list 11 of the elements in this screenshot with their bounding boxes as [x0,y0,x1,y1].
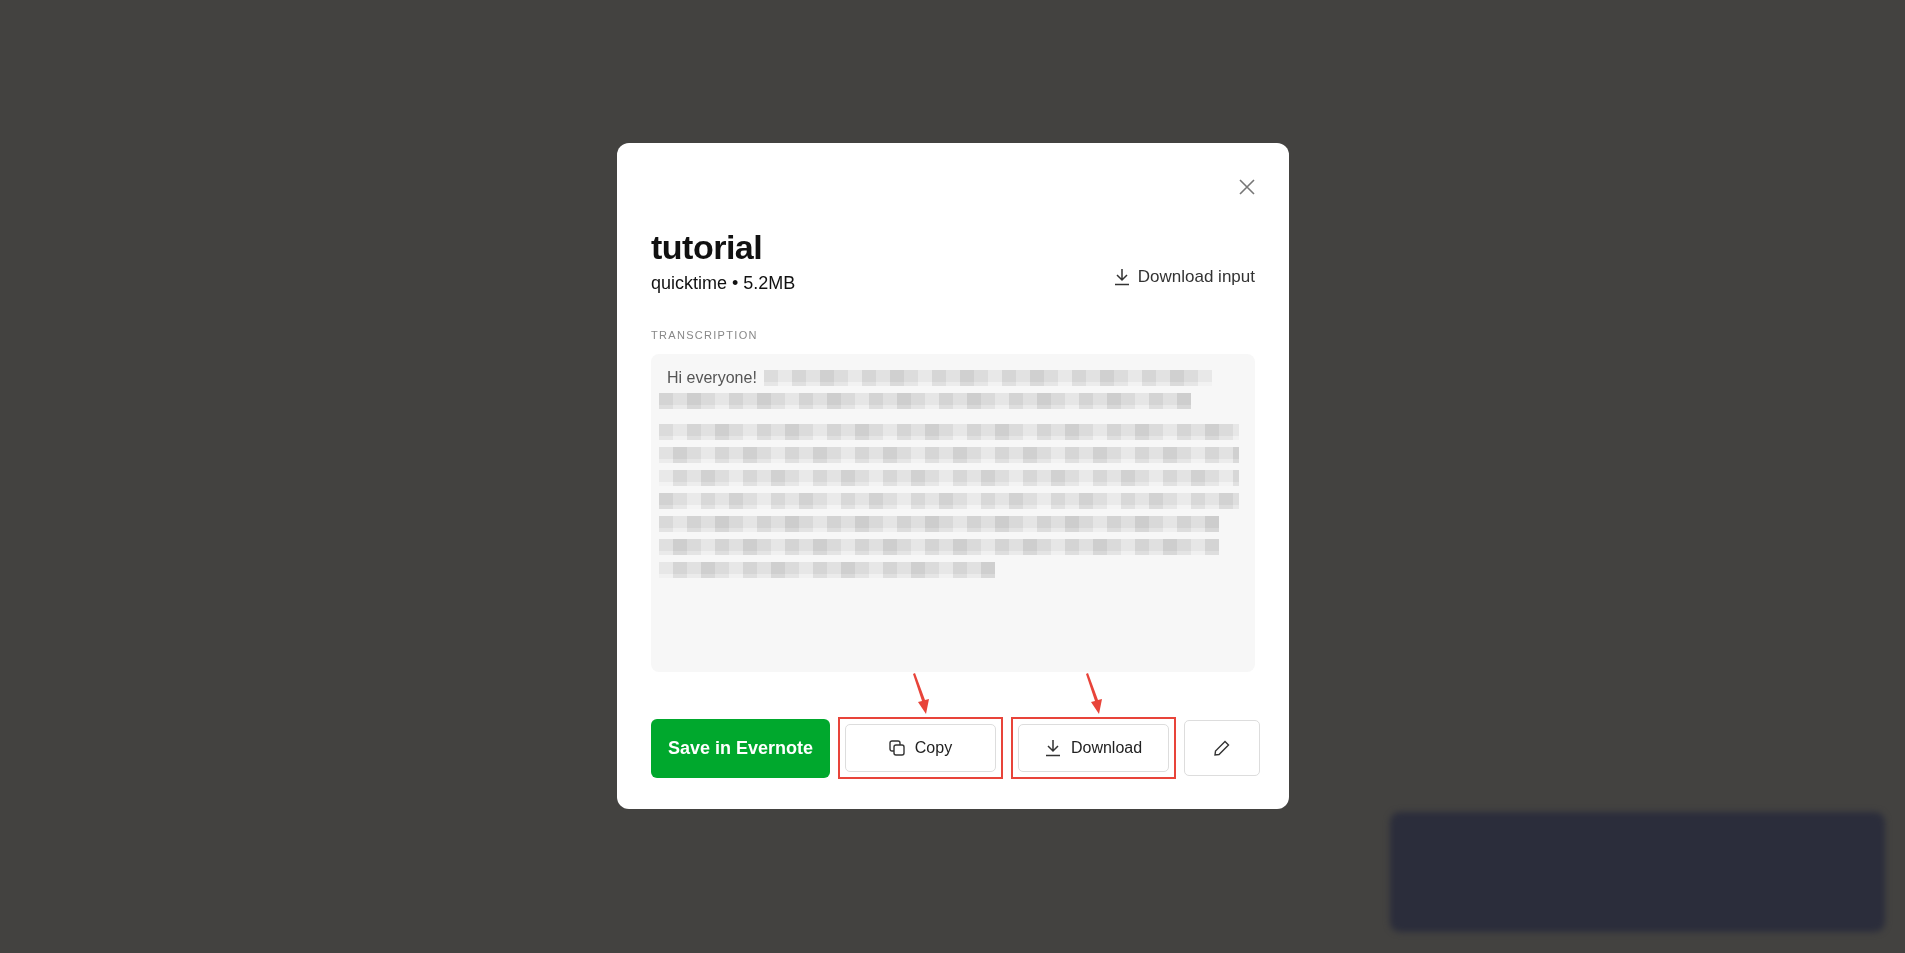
copy-icon [888,740,905,757]
copy-button[interactable]: Copy [845,724,996,773]
download-input-link[interactable]: Download input [1113,263,1255,290]
download-icon [1113,267,1130,286]
download-icon [1044,739,1061,758]
download-button[interactable]: Download [1018,724,1169,773]
dialog-title: tutorial [651,229,764,267]
section-label: TRANSCRIPTION [651,328,759,344]
file-info: quicktime • 5.2MB [651,272,796,296]
pencil-icon [1214,740,1230,757]
transcription-text: Hi everyone! [667,367,757,388]
